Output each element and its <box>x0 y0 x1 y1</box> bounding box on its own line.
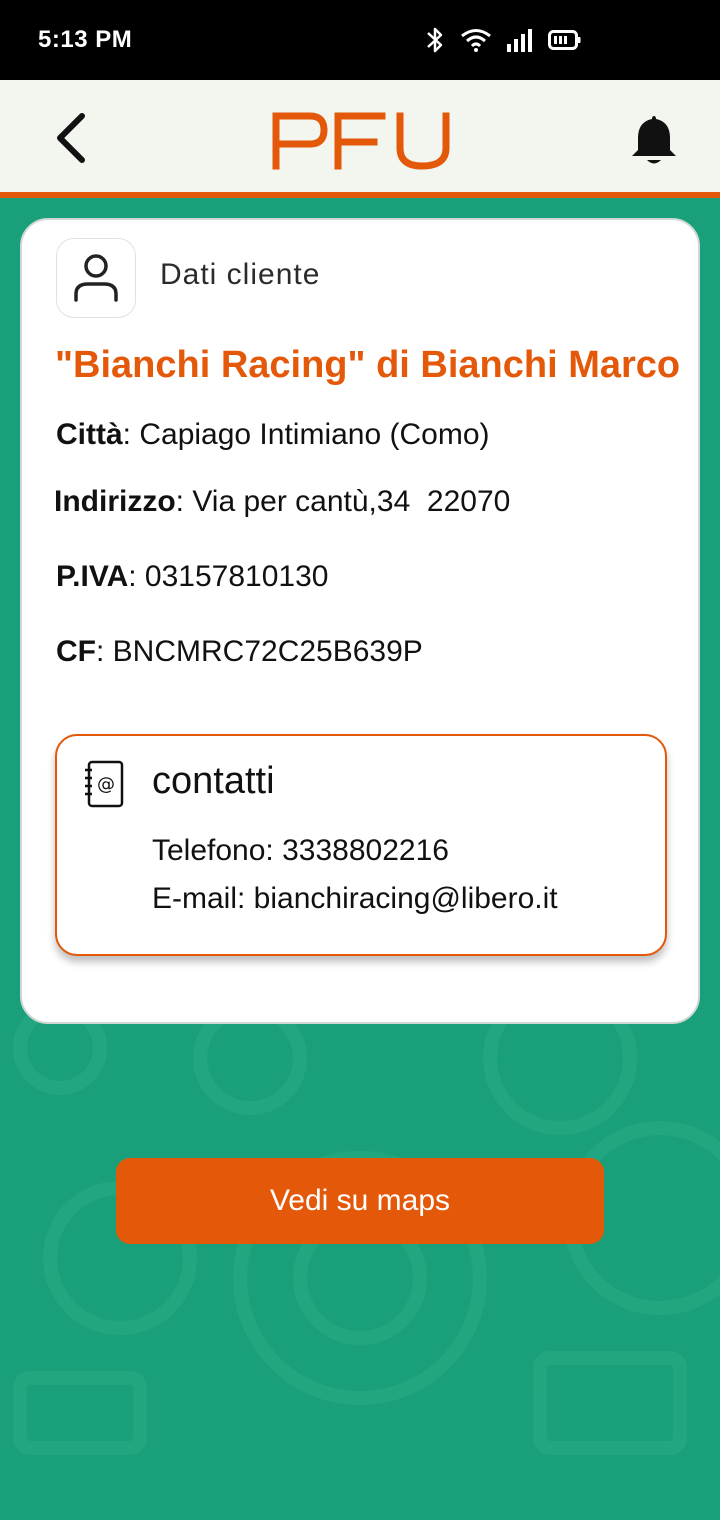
address-value: : Via per cantù,34 22070 <box>175 485 511 518</box>
notification-button[interactable] <box>628 112 680 168</box>
view-on-maps-button[interactable]: Vedi su maps <box>116 1158 604 1244</box>
client-card: Dati cliente "Bianchi Racing" di Bianchi… <box>20 218 700 1024</box>
contact-email[interactable]: E-mail: bianchiracing@libero.it <box>152 882 558 916</box>
status-bar: 5:13 PM <box>0 0 720 80</box>
tax-code-row: CF: BNCMRC72C25B639P <box>56 635 423 669</box>
header-divider <box>0 192 720 198</box>
app-logo <box>270 110 454 170</box>
address-label: Indirizzo <box>54 485 176 518</box>
user-icon-box <box>56 238 136 318</box>
tax-code-label: CF <box>56 635 96 668</box>
battery-icon <box>548 30 581 50</box>
vat-label: P.IVA <box>56 560 129 593</box>
contact-phone[interactable]: Telefono: 3338802216 <box>152 834 449 868</box>
client-name: "Bianchi Racing" di Bianchi Marco <box>55 344 681 386</box>
chevron-left-icon <box>57 113 85 163</box>
tax-code-value: : BNCMRC72C25B639P <box>96 635 423 668</box>
vat-row: P.IVA: 03157810130 <box>56 560 328 594</box>
vat-value: : 03157810130 <box>128 560 329 593</box>
status-icons <box>424 26 682 54</box>
city-label: Città <box>56 418 123 451</box>
city-row: Città: Capiago Intimiano (Como) <box>56 418 490 452</box>
signal-icon <box>507 29 532 52</box>
wifi-icon <box>461 29 491 52</box>
svg-text:@: @ <box>97 774 115 795</box>
address-row: Indirizzo: Via per cantù,34 22070 <box>54 485 510 519</box>
contacts-box: @ contatti Telefono: 3338802216 E-mail: … <box>55 734 667 956</box>
app-header <box>0 80 720 192</box>
user-icon <box>74 254 118 302</box>
status-time: 5:13 PM <box>38 26 133 53</box>
contacts-title: contatti <box>152 760 275 802</box>
bluetooth-icon <box>427 27 443 53</box>
back-button[interactable] <box>48 110 92 166</box>
address-book-icon: @ <box>85 760 124 808</box>
card-section-title: Dati cliente <box>160 258 321 291</box>
bell-icon <box>632 116 676 164</box>
city-value: : Capiago Intimiano (Como) <box>122 418 490 451</box>
